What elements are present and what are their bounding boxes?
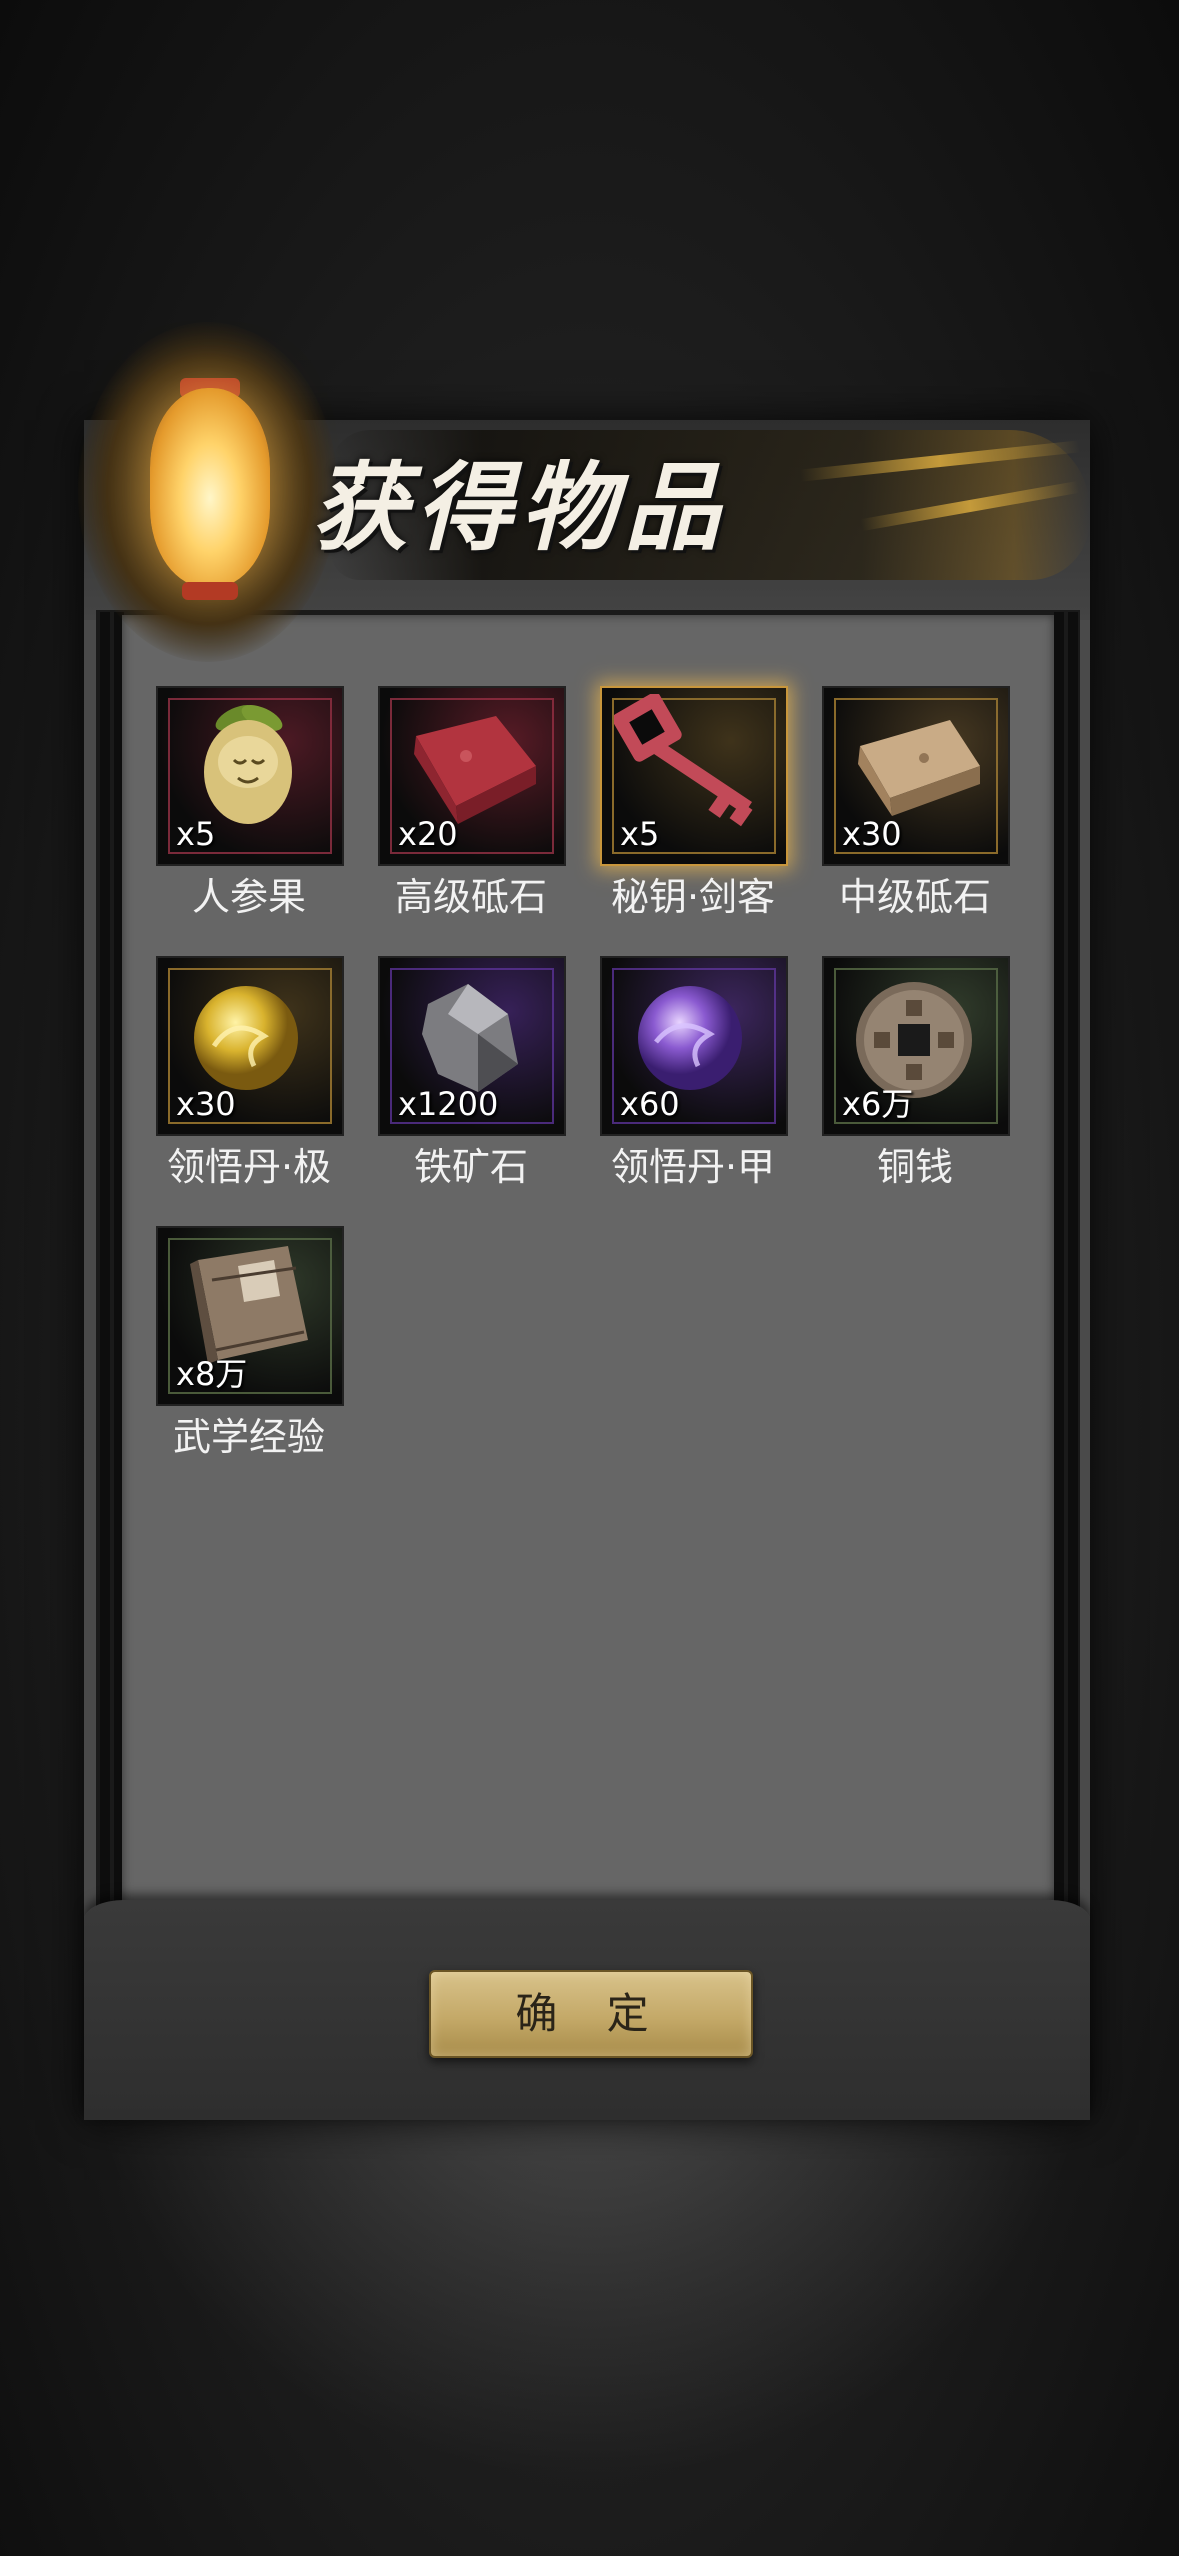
dialog-title: 获得物品	[312, 451, 728, 564]
confirm-button[interactable]: 确 定	[429, 1970, 753, 2058]
scroll-rod	[100, 612, 110, 1922]
item-count: x30	[176, 1085, 236, 1123]
lantern-icon	[150, 388, 270, 588]
item-count: x6万	[842, 1085, 914, 1123]
item-count: x5	[620, 815, 660, 853]
item-name: 铜钱	[876, 1145, 953, 1189]
item-count: x20	[398, 815, 458, 853]
item-count: x8万	[176, 1355, 248, 1393]
item-count: x5	[176, 815, 216, 853]
scroll-rod	[1068, 612, 1078, 1922]
whetstone-icon	[858, 720, 980, 816]
lantern-base	[182, 582, 238, 600]
iron-ore-icon	[422, 984, 518, 1092]
red-whetstone-icon	[414, 716, 536, 824]
item-name: 中级砥石	[838, 875, 991, 919]
ginseng-fruit-icon	[204, 705, 292, 824]
item-count: x30	[842, 815, 902, 853]
item-count: x1200	[398, 1085, 499, 1123]
key-icon	[614, 694, 753, 827]
scroll-rod	[1054, 612, 1064, 1922]
item-name: 武学经验	[172, 1415, 325, 1459]
martial-book-icon	[190, 1246, 308, 1364]
item-count: x60	[620, 1085, 680, 1123]
